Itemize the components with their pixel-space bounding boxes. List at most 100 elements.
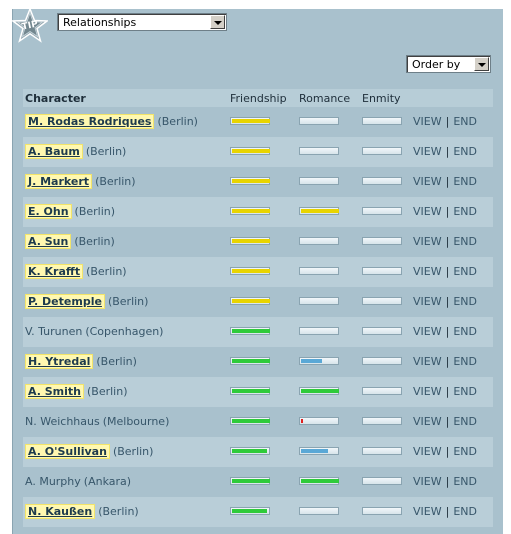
action-separator: | bbox=[445, 415, 450, 428]
enmity-bar bbox=[362, 477, 402, 485]
romance-bar-fill bbox=[301, 449, 328, 453]
row-actions: VIEW | END bbox=[413, 175, 477, 188]
end-link[interactable]: END bbox=[453, 325, 477, 338]
character-city: (Berlin) bbox=[95, 175, 136, 188]
row-actions: VIEW | END bbox=[413, 475, 477, 488]
action-separator: | bbox=[445, 295, 450, 308]
character-name-link[interactable]: J. Markert bbox=[25, 174, 93, 189]
friendship-bar bbox=[230, 447, 270, 455]
character-city: (Berlin) bbox=[85, 145, 127, 158]
friendship-bar bbox=[230, 357, 270, 365]
end-link[interactable]: END bbox=[453, 175, 477, 188]
character-cell: M. Rodas Rodriques (Berlin) bbox=[25, 114, 198, 129]
character-name-link[interactable]: A. Murphy bbox=[25, 475, 81, 488]
character-cell: A. Smith (Berlin) bbox=[25, 384, 128, 399]
friendship-bar-fill bbox=[232, 329, 270, 333]
order-by-value: Order by bbox=[412, 58, 461, 71]
character-city: (Berlin) bbox=[98, 505, 139, 518]
row-actions: VIEW | END bbox=[413, 235, 477, 248]
friendship-bar bbox=[230, 417, 270, 425]
character-name-link[interactable]: N. Kaußen bbox=[25, 504, 96, 519]
friendship-bar-fill bbox=[232, 269, 270, 273]
friendship-bar-fill bbox=[232, 359, 270, 363]
tip-star-icon[interactable]: TIP bbox=[10, 6, 50, 44]
column-header-character: Character bbox=[25, 92, 86, 105]
chevron-down-icon[interactable] bbox=[210, 15, 225, 29]
end-link[interactable]: END bbox=[453, 295, 477, 308]
romance-bar bbox=[299, 387, 339, 395]
view-link[interactable]: VIEW bbox=[413, 415, 442, 428]
end-link[interactable]: END bbox=[453, 505, 477, 518]
view-link[interactable]: VIEW bbox=[413, 205, 442, 218]
row-actions: VIEW | END bbox=[413, 385, 477, 398]
romance-bar bbox=[299, 237, 339, 245]
view-link[interactable]: VIEW bbox=[413, 325, 442, 338]
enmity-bar bbox=[362, 297, 402, 305]
window-edge bbox=[503, 0, 511, 534]
row-actions: VIEW | END bbox=[413, 295, 477, 308]
view-link[interactable]: VIEW bbox=[413, 475, 442, 488]
end-link[interactable]: END bbox=[453, 145, 477, 158]
character-cell: E. Ohn (Berlin) bbox=[25, 204, 115, 219]
romance-bar bbox=[299, 417, 339, 425]
friendship-bar bbox=[230, 507, 270, 515]
row-actions: VIEW | END bbox=[413, 415, 477, 428]
character-name-link[interactable]: E. Ohn bbox=[25, 204, 72, 219]
character-city: (Berlin) bbox=[86, 265, 127, 278]
character-name-link[interactable]: A. Baum bbox=[25, 144, 83, 159]
view-link[interactable]: VIEW bbox=[413, 505, 442, 518]
end-link[interactable]: END bbox=[453, 235, 477, 248]
action-separator: | bbox=[445, 115, 450, 128]
order-by-select[interactable]: Order by bbox=[406, 55, 491, 73]
action-separator: | bbox=[445, 385, 450, 398]
friendship-bar-fill bbox=[232, 119, 270, 123]
friendship-bar-fill bbox=[232, 179, 270, 183]
view-link[interactable]: VIEW bbox=[413, 145, 442, 158]
character-name-link[interactable]: N. Weichhaus bbox=[25, 415, 100, 428]
end-link[interactable]: END bbox=[453, 475, 477, 488]
romance-bar bbox=[299, 177, 339, 185]
end-link[interactable]: END bbox=[453, 355, 477, 368]
end-link[interactable]: END bbox=[453, 205, 477, 218]
character-name-link[interactable]: P. Detemple bbox=[25, 294, 105, 309]
relationship-type-select[interactable]: Relationships bbox=[57, 13, 227, 31]
row-actions: VIEW | END bbox=[413, 325, 477, 338]
romance-bar-fill bbox=[301, 209, 339, 213]
character-name-link[interactable]: M. Rodas Rodriques bbox=[25, 114, 155, 129]
table-header: Character Friendship Romance Enmity bbox=[23, 89, 493, 107]
view-link[interactable]: VIEW bbox=[413, 295, 442, 308]
character-name-link[interactable]: K. Krafft bbox=[25, 264, 84, 279]
character-name-link[interactable]: V. Turunen bbox=[25, 325, 82, 338]
table-row: K. Krafft (Berlin) VIEW | END bbox=[23, 257, 493, 287]
view-link[interactable]: VIEW bbox=[413, 445, 442, 458]
view-link[interactable]: VIEW bbox=[413, 355, 442, 368]
enmity-bar bbox=[362, 357, 402, 365]
view-link[interactable]: VIEW bbox=[413, 265, 442, 278]
romance-bar-fill bbox=[301, 389, 339, 393]
character-name-link[interactable]: A. O'Sullivan bbox=[25, 444, 110, 459]
column-header-romance: Romance bbox=[299, 92, 351, 105]
chevron-down-icon[interactable] bbox=[474, 57, 489, 71]
row-actions: VIEW | END bbox=[413, 115, 477, 128]
character-name-link[interactable]: A. Smith bbox=[25, 384, 84, 399]
end-link[interactable]: END bbox=[453, 385, 477, 398]
view-link[interactable]: VIEW bbox=[413, 115, 442, 128]
view-link[interactable]: VIEW bbox=[413, 385, 442, 398]
end-link[interactable]: END bbox=[453, 115, 477, 128]
enmity-bar bbox=[362, 117, 402, 125]
end-link[interactable]: END bbox=[453, 415, 477, 428]
action-separator: | bbox=[445, 445, 450, 458]
view-link[interactable]: VIEW bbox=[413, 175, 442, 188]
end-link[interactable]: END bbox=[453, 265, 477, 278]
friendship-bar bbox=[230, 297, 270, 305]
character-name-link[interactable]: A. Sun bbox=[25, 234, 72, 249]
enmity-bar bbox=[362, 207, 402, 215]
view-link[interactable]: VIEW bbox=[413, 235, 442, 248]
end-link[interactable]: END bbox=[453, 445, 477, 458]
row-actions: VIEW | END bbox=[413, 445, 477, 458]
friendship-bar-fill bbox=[232, 479, 270, 483]
enmity-bar bbox=[362, 267, 402, 275]
table-row: A. Smith (Berlin) VIEW | END bbox=[23, 377, 493, 407]
character-name-link[interactable]: H. Ytredal bbox=[25, 354, 94, 369]
friendship-bar bbox=[230, 237, 270, 245]
